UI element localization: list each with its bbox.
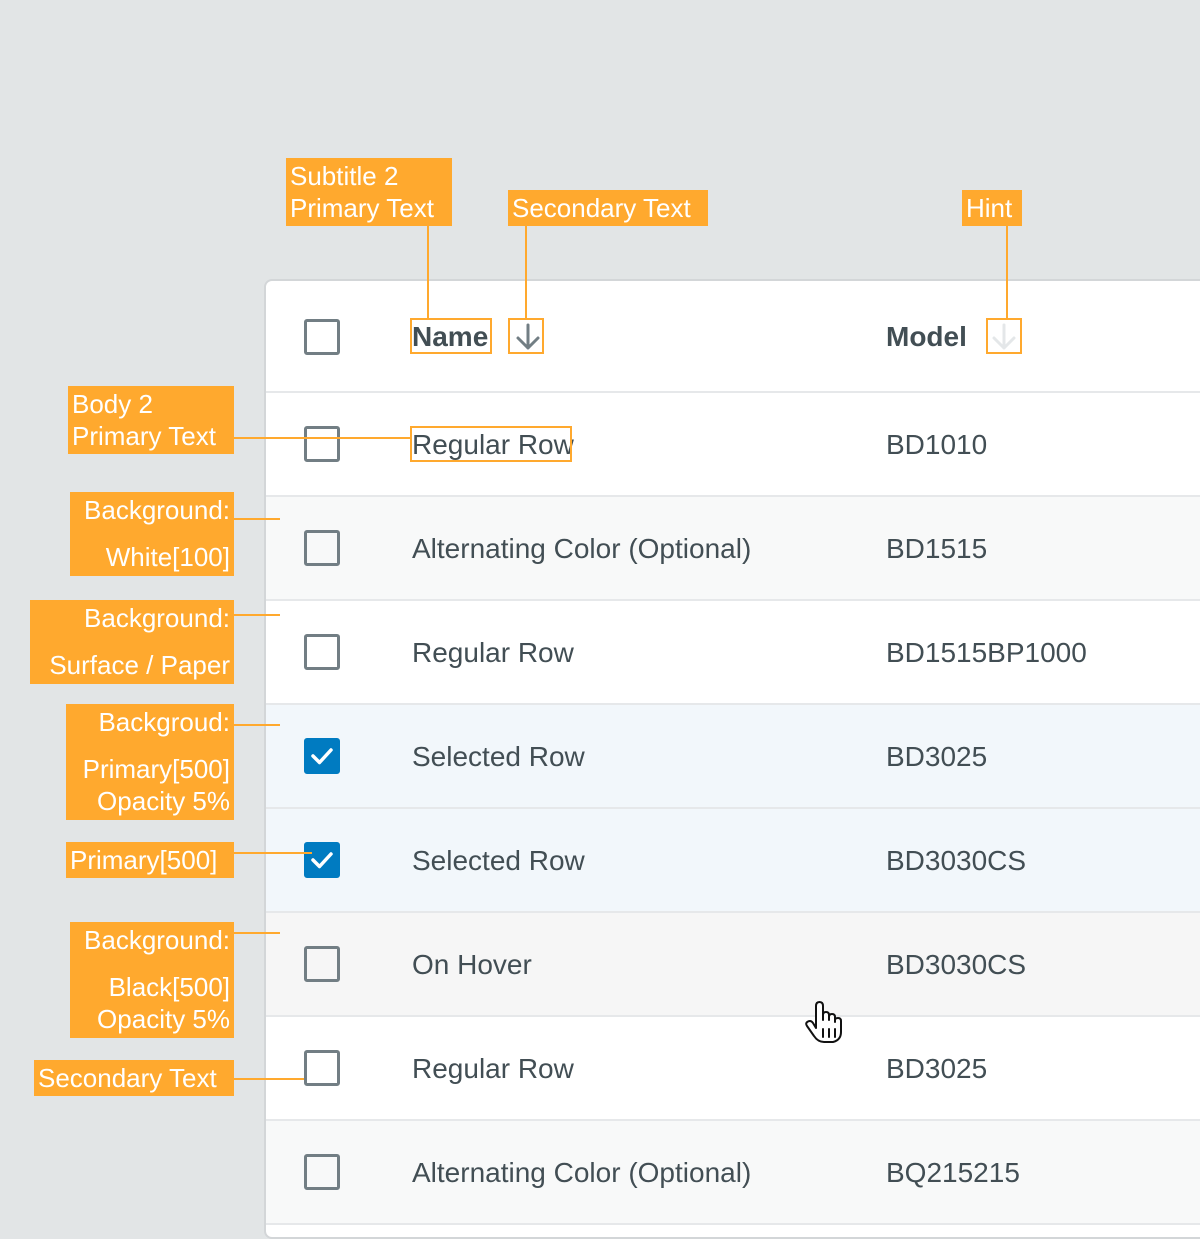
hand-pointer-icon xyxy=(805,1001,842,1043)
table-row[interactable]: Alternating Color (Optional) BQ215215 xyxy=(266,1121,1200,1225)
row-model-cell: BD1010 xyxy=(886,429,988,460)
row-name-cell: Alternating Color (Optional) xyxy=(412,1157,752,1188)
table-row[interactable]: On Hover BD3030CS xyxy=(266,913,1200,1017)
table-row[interactable]: Regular Row BD1515BP1000 xyxy=(266,601,1200,705)
highlight-body-text xyxy=(410,426,572,462)
connector-bg-primary xyxy=(234,724,280,726)
row-model-cell: BQ215215 xyxy=(886,1157,1020,1188)
connector-body xyxy=(234,437,410,439)
annotation-bg-surface: Background: Surface / Paper xyxy=(30,600,234,684)
annotation-secondary-text-bottom: Secondary Text xyxy=(34,1060,234,1096)
table-row[interactable]: Selected Row BD3030CS xyxy=(266,809,1200,913)
row-checkbox[interactable] xyxy=(304,634,340,670)
row-name-cell: Selected Row xyxy=(412,741,585,772)
row-model-cell: BD3025 xyxy=(886,1053,988,1084)
checkmark-icon xyxy=(311,748,333,765)
row-checkbox[interactable] xyxy=(304,1050,340,1086)
select-all-checkbox[interactable] xyxy=(304,319,340,355)
annotation-body: Body 2 Primary Text xyxy=(68,386,234,454)
row-model-cell: BD3030CS xyxy=(886,949,1027,980)
table-row[interactable]: Selected Row BD3025 xyxy=(266,705,1200,809)
annotation-primary: Primary[500] xyxy=(66,842,234,878)
annotation-bg-black: Background: Black[500] Opacity 5% xyxy=(70,922,234,1038)
annotation-secondary-text-top: Secondary Text xyxy=(508,190,708,226)
connector-hint xyxy=(1006,226,1008,318)
connector-secondary-top xyxy=(525,226,527,318)
annotation-subtitle: Subtitle 2 Primary Text xyxy=(286,158,452,226)
highlight-name-header xyxy=(410,318,492,354)
connector-bg-black xyxy=(234,932,280,934)
connector-bg-white xyxy=(234,518,280,520)
row-checkbox[interactable] xyxy=(304,426,340,462)
connector-primary xyxy=(234,852,312,854)
highlight-sort-icon xyxy=(508,318,544,354)
checkmark-icon xyxy=(311,852,333,869)
column-header-model[interactable]: Model xyxy=(886,321,967,353)
annotation-bg-white: Background: White[100] xyxy=(70,492,234,576)
row-checkbox[interactable] xyxy=(304,946,340,982)
row-model-cell: BD3030CS xyxy=(886,845,1027,876)
row-name-cell: Alternating Color (Optional) xyxy=(412,533,752,564)
row-name-cell: On Hover xyxy=(412,949,532,980)
row-name-cell: Regular Row xyxy=(412,1053,574,1084)
connector-secondary-bottom xyxy=(234,1078,304,1080)
highlight-hint-icon xyxy=(986,318,1022,354)
connector-subtitle xyxy=(427,226,429,318)
row-model-cell: BD1515 xyxy=(886,533,988,564)
table-row[interactable]: Regular Row BD1010 xyxy=(266,393,1200,497)
table-header-row: Name Model xyxy=(266,281,1200,393)
annotation-bg-primary: Backgroud: Primary[500] Opacity 5% xyxy=(66,704,234,820)
data-table: Name Model Regular Row BD1010 Alternating … xyxy=(264,279,1200,1239)
row-checkbox[interactable] xyxy=(304,530,340,566)
row-checkbox[interactable] xyxy=(304,1154,340,1190)
row-model-cell: BD3025 xyxy=(886,741,988,772)
table-row[interactable]: Regular Row BD3025 xyxy=(266,1017,1200,1121)
row-checkbox-checked[interactable] xyxy=(304,842,340,878)
row-checkbox-checked[interactable] xyxy=(304,738,340,774)
annotation-hint: Hint xyxy=(962,190,1022,226)
row-name-cell: Selected Row xyxy=(412,845,585,876)
connector-bg-surface xyxy=(234,614,280,616)
row-model-cell: BD1515BP1000 xyxy=(886,637,1087,668)
row-name-cell: Regular Row xyxy=(412,637,574,668)
table-row[interactable]: Alternating Color (Optional) BD1515 xyxy=(266,497,1200,601)
